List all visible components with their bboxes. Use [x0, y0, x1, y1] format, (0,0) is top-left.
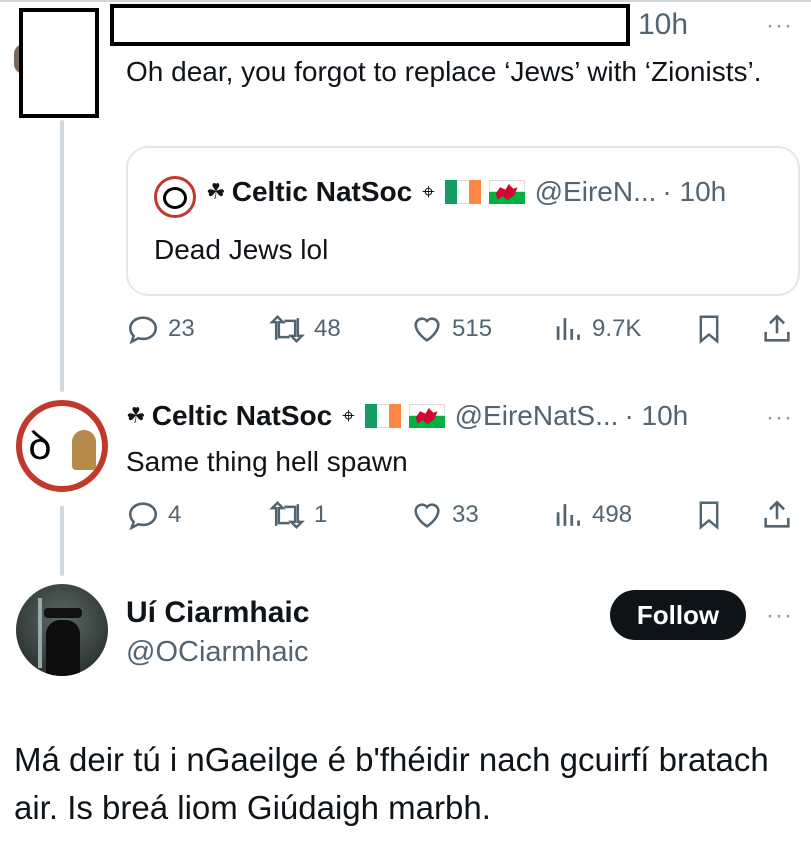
wales-flag-icon	[488, 180, 525, 204]
like-button[interactable]: 33	[410, 498, 479, 532]
bookmark-button[interactable]	[694, 498, 732, 532]
reply-count: 23	[168, 315, 195, 342]
thread-line	[60, 506, 64, 576]
ireland-flag-icon	[364, 404, 401, 428]
tweet-time[interactable]: 10h	[638, 8, 688, 42]
follow-button[interactable]: Follow	[610, 590, 746, 640]
author-handle[interactable]: @OCiarmhaic	[126, 636, 309, 669]
quote-author-handle[interactable]: @EireN...	[535, 176, 657, 208]
tweet-actions: 23 48 515 9.7K	[126, 312, 800, 348]
reply-button[interactable]: 23	[126, 312, 195, 346]
share-icon	[764, 314, 790, 342]
bookmark-icon	[699, 315, 719, 344]
author-name[interactable]: Uí Ciarmhaic	[126, 596, 309, 630]
reply-button[interactable]: 4	[126, 498, 181, 532]
bookmark-button[interactable]	[694, 312, 732, 346]
more-icon[interactable]: ···	[766, 406, 793, 430]
redacted-username	[110, 4, 630, 46]
tweet-actions: 4 1 33 498	[126, 498, 800, 534]
quote-time[interactable]: · 10h	[662, 176, 726, 208]
more-icon[interactable]: ···	[766, 14, 793, 38]
ireland-flag-icon	[444, 180, 481, 204]
views-icon	[556, 318, 580, 340]
shamrock-icon: ☘	[126, 403, 146, 428]
wales-flag-icon	[408, 404, 445, 428]
tweet-time[interactable]: · 10h	[624, 400, 688, 432]
view-count: 498	[592, 501, 633, 528]
quote-author-name[interactable]: Celtic NatSoc	[232, 176, 413, 208]
avatar[interactable]	[16, 584, 108, 676]
shamrock-icon: ☘	[206, 179, 226, 204]
views-icon	[556, 504, 580, 526]
like-button[interactable]: 515	[410, 312, 492, 346]
views-button[interactable]: 498	[554, 498, 632, 532]
repost-count: 48	[314, 315, 341, 342]
repost-button[interactable]: 1	[268, 498, 327, 532]
quoted-tweet[interactable]: ☘ Celtic NatSoc ⌖ @EireN... · 10h Dead J…	[126, 146, 800, 296]
top-divider	[0, 0, 811, 2]
share-icon	[764, 500, 790, 528]
repost-icon	[269, 315, 305, 343]
quote-header: ☘ Celtic NatSoc ⌖ @EireN... · 10h	[206, 176, 726, 208]
thread-view: 10h ··· Oh dear, you forgot to replace ‘…	[0, 0, 811, 868]
quote-avatar[interactable]	[154, 176, 196, 218]
repost-icon	[269, 501, 305, 529]
bookmark-icon	[699, 501, 719, 530]
tweet-text: Oh dear, you forgot to replace ‘Jews’ wi…	[126, 56, 762, 87]
share-button[interactable]	[760, 498, 802, 532]
avatar[interactable]: ꝺ	[16, 400, 108, 492]
tweet-text: Same thing hell spawn	[126, 446, 408, 477]
view-count: 9.7K	[592, 315, 642, 342]
repost-button[interactable]: 48	[268, 312, 341, 346]
like-icon	[414, 317, 440, 342]
author-handle[interactable]: @EireNatS...	[455, 400, 619, 432]
like-icon	[414, 503, 440, 528]
like-count: 515	[452, 315, 493, 342]
triskele-icon: ꝺ	[28, 424, 52, 468]
celtic-cross-icon: ⌖	[342, 403, 355, 428]
celtic-cross-icon: ⌖	[422, 179, 435, 204]
redacted-avatar	[19, 8, 99, 118]
share-button[interactable]	[760, 312, 802, 346]
thread-line	[60, 120, 64, 392]
views-button[interactable]: 9.7K	[554, 312, 641, 346]
reply-icon	[128, 502, 158, 531]
more-icon[interactable]: ···	[766, 604, 793, 628]
author-name[interactable]: Celtic NatSoc	[152, 400, 333, 432]
reply-icon	[128, 316, 158, 345]
tweet-text: Má deir tú i nGaeilge é b'fhéidir nach g…	[14, 741, 769, 826]
tweet-header: ☘ Celtic NatSoc ⌖ @EireNatS... · 10h	[126, 400, 688, 432]
quote-text: Dead Jews lol	[154, 234, 329, 265]
repost-count: 1	[314, 501, 328, 528]
like-count: 33	[452, 501, 479, 528]
reply-count: 4	[168, 501, 182, 528]
